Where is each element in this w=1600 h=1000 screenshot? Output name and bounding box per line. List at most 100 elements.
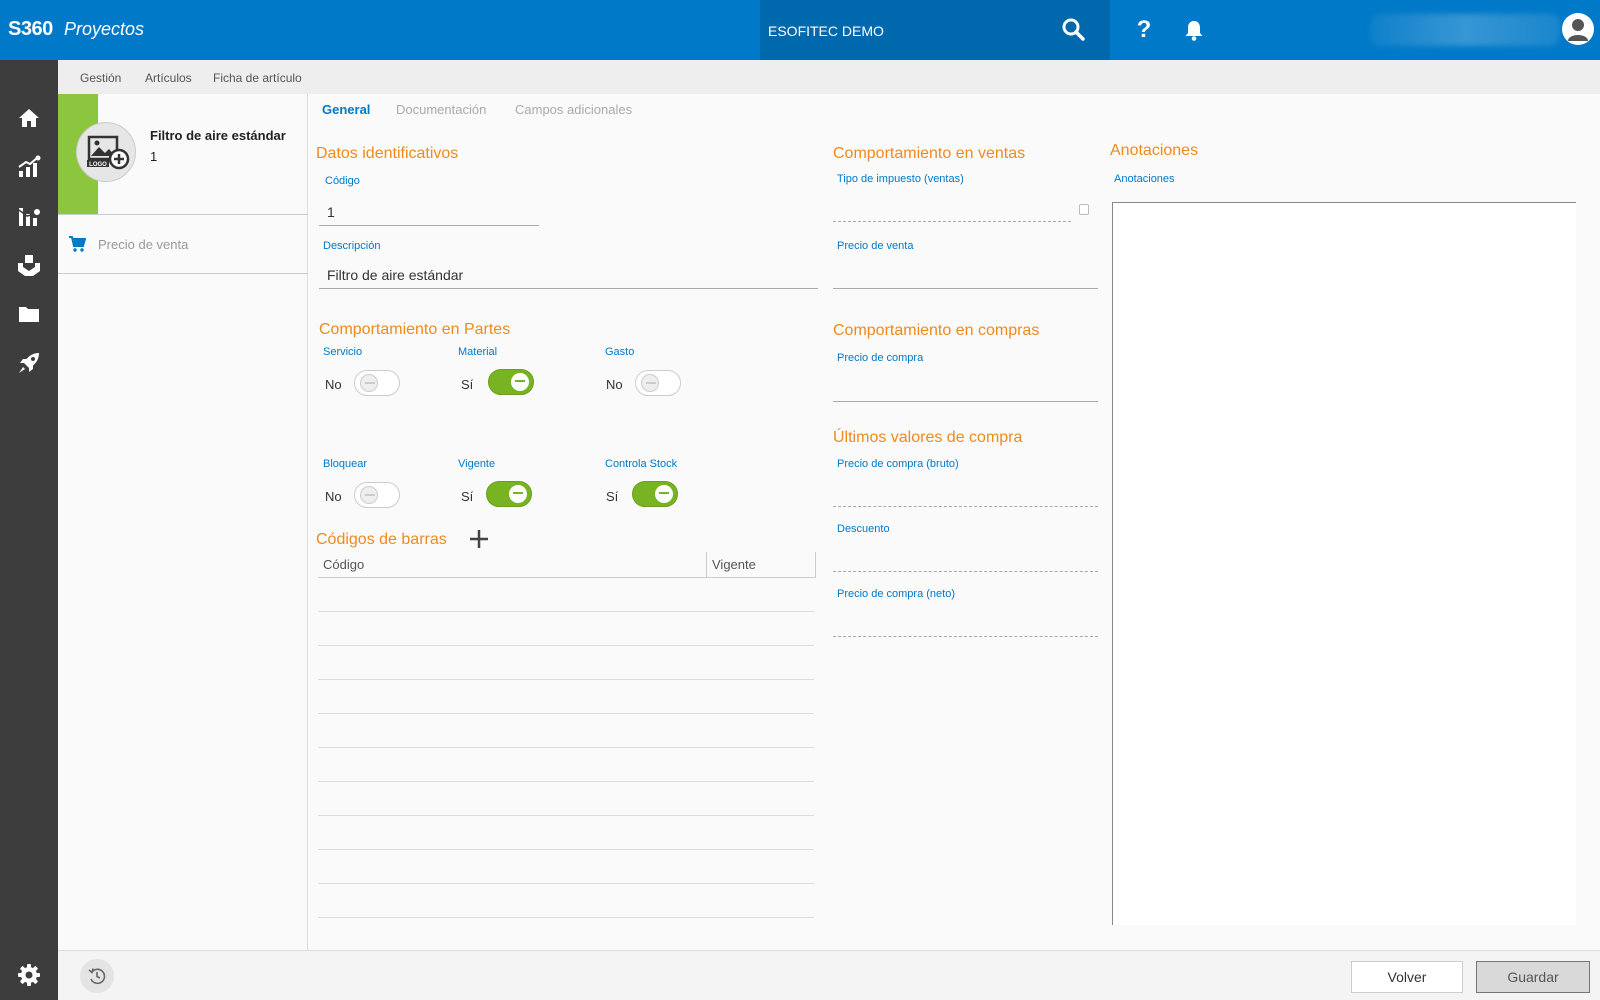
table-border — [815, 552, 816, 578]
table-row — [318, 816, 814, 850]
expense-state: No — [606, 377, 623, 392]
history-icon — [88, 968, 106, 985]
folder-icon — [19, 307, 39, 322]
notifications-button[interactable] — [1180, 16, 1208, 44]
active-state: Sí — [461, 489, 474, 504]
company-selector[interactable]: ESOFITEC DEMO — [760, 0, 1110, 60]
material-state: Sí — [461, 377, 474, 392]
nav-settings[interactable] — [15, 961, 43, 989]
block-state: No — [325, 489, 342, 504]
nav-reports[interactable] — [15, 202, 43, 230]
sale-price-link[interactable]: Precio de venta — [58, 215, 308, 273]
item-summary-panel: LOGO Filtro de aire estándar 1 Precio de… — [58, 94, 308, 950]
module-name: Proyectos — [64, 19, 145, 39]
sales-tax-label: Tipo de impuesto (ventas) — [837, 173, 964, 185]
breadcrumb-gestion[interactable]: Gestión — [80, 71, 121, 85]
breadcrumb: Gestión Artículos Ficha de artículo — [58, 60, 1600, 94]
cart-icon — [69, 236, 86, 252]
panel-divider — [58, 273, 308, 274]
plus-icon — [470, 530, 488, 548]
material-toggle[interactable] — [488, 369, 534, 395]
nav-home[interactable] — [15, 104, 43, 132]
gross-purchase-price-input[interactable] — [833, 479, 1098, 507]
net-purchase-price-input[interactable] — [833, 609, 1098, 637]
back-button[interactable]: Volver — [1351, 961, 1463, 993]
tab-campos-adicionales[interactable]: Campos adicionales — [515, 102, 632, 117]
stock-control-state: Sí — [606, 489, 619, 504]
image-add-icon: LOGO — [87, 135, 130, 170]
item-name: Filtro de aire estándar — [150, 128, 286, 143]
save-button[interactable]: Guardar — [1476, 961, 1590, 993]
active-toggle[interactable] — [486, 481, 532, 507]
column-header-code[interactable]: Código — [323, 557, 364, 572]
section-title-purchases: Comportamiento en compras — [833, 322, 1040, 339]
bar-chart-icon — [18, 208, 40, 226]
top-bar: S360 Proyectos ESOFITEC DEMO ? — [0, 0, 1600, 60]
toggle-knob — [655, 485, 673, 503]
toggle-knob — [360, 486, 378, 504]
user-icon — [1568, 19, 1588, 41]
nav-services[interactable] — [15, 251, 43, 279]
expense-label: Gasto — [605, 346, 635, 358]
breadcrumb-articulos[interactable]: Artículos — [145, 71, 192, 85]
tab-documentacion[interactable]: Documentación — [396, 102, 486, 117]
nav-analytics[interactable] — [15, 153, 43, 181]
service-label: Servicio — [323, 346, 363, 358]
section-title-last-purchase: Últimos valores de compra — [833, 429, 1023, 446]
table-row — [318, 578, 814, 612]
breadcrumb-ficha-articulo[interactable]: Ficha de artículo — [213, 71, 302, 85]
material-label: Material — [458, 346, 498, 358]
sale-price-link-label: Precio de venta — [98, 237, 189, 252]
purchase-price-label: Precio de compra — [837, 352, 924, 364]
expense-toggle[interactable] — [635, 370, 681, 396]
user-avatar[interactable] — [1562, 13, 1594, 45]
description-label: Descripción — [323, 240, 381, 252]
code-input[interactable] — [319, 198, 539, 226]
net-purchase-price-label: Precio de compra (neto) — [837, 588, 955, 600]
sales-tax-checkbox[interactable] — [1079, 204, 1089, 215]
help-button[interactable]: ? — [1130, 16, 1158, 44]
app-brand[interactable]: S360 — [8, 18, 53, 41]
section-title-barcodes: Códigos de barras — [316, 531, 447, 548]
description-input[interactable] — [319, 261, 818, 289]
nav-documents[interactable] — [15, 300, 43, 328]
service-toggle[interactable] — [354, 370, 400, 396]
table-row — [318, 884, 814, 918]
column-header-active[interactable]: Vigente — [712, 557, 756, 572]
toggle-knob — [509, 485, 527, 503]
notes-textarea[interactable] — [1112, 202, 1576, 925]
company-name: ESOFITEC DEMO — [768, 23, 884, 39]
stock-control-label: Controla Stock — [605, 458, 678, 470]
discount-input[interactable] — [833, 544, 1098, 572]
history-button[interactable] — [80, 959, 114, 993]
barcodes-table-header: Código Vigente — [318, 552, 816, 578]
add-barcode-button[interactable] — [468, 528, 490, 550]
block-toggle[interactable] — [354, 482, 400, 508]
stock-control-toggle[interactable] — [632, 481, 678, 507]
search-icon — [1062, 18, 1085, 41]
block-label: Bloquear — [323, 458, 368, 470]
section-title-ident: Datos identificativos — [316, 145, 459, 162]
item-code: 1 — [150, 149, 158, 164]
item-image-upload[interactable]: LOGO — [76, 122, 136, 182]
sales-tax-input[interactable] — [833, 194, 1071, 222]
notes-label: Anotaciones — [1114, 173, 1175, 185]
code-label: Código — [325, 175, 360, 187]
tab-general[interactable]: General — [322, 102, 370, 117]
svg-text:LOGO: LOGO — [89, 162, 107, 168]
section-title-parts: Comportamiento en Partes — [319, 321, 511, 338]
rocket-icon — [19, 353, 39, 373]
table-row — [318, 714, 814, 748]
purchase-price-input[interactable] — [833, 374, 1098, 402]
service-state: No — [325, 377, 342, 392]
footer-bar: Volver Guardar — [58, 950, 1600, 1000]
table-row — [318, 850, 814, 884]
toggle-knob — [641, 374, 659, 392]
active-label: Vigente — [458, 458, 496, 470]
section-title-notes: Anotaciones — [1110, 142, 1199, 159]
nav-launch[interactable] — [15, 349, 43, 377]
growth-chart-icon — [18, 155, 41, 177]
search-button[interactable] — [1060, 16, 1088, 44]
sale-price-input[interactable] — [833, 261, 1098, 289]
table-row — [318, 612, 814, 646]
